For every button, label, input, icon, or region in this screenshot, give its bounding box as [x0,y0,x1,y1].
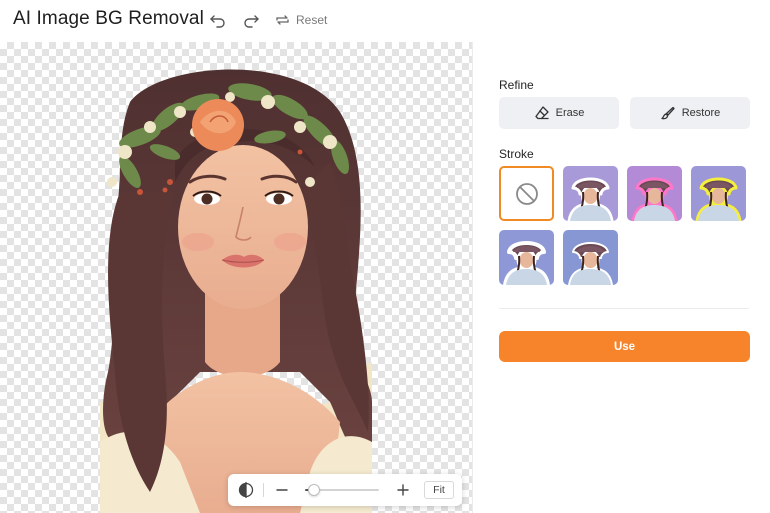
stroke-preview-thumbnail [567,177,614,221]
refine-label: Refine [499,78,534,92]
panel-divider [499,308,749,309]
stroke-label: Stroke [499,147,534,161]
restore-label: Restore [681,107,721,119]
compare-button[interactable] [237,481,255,499]
toolbar-divider [263,483,264,497]
redo-icon [244,15,259,28]
redo-button[interactable] [240,10,262,30]
stroke-option-none[interactable] [499,166,554,221]
no-stroke-icon [515,182,538,205]
erase-label: Erase [555,107,585,119]
compare-icon [238,482,254,498]
undo-icon [210,15,225,28]
zoom-slider[interactable] [305,484,379,496]
zoom-slider-thumb[interactable] [307,484,320,496]
fit-button[interactable]: Fit [424,481,454,499]
stroke-option-white-thick[interactable] [499,230,554,285]
stroke-preview-thumbnail [695,177,742,221]
zoom-out-button[interactable] [274,481,290,499]
stroke-option-white[interactable] [563,166,618,221]
header: AI Image BG Removal Reset [0,0,770,42]
stroke-option-white-thin[interactable] [563,230,618,285]
restore-button[interactable]: Restore [630,97,750,129]
reset-icon [276,15,289,25]
eraser-icon [534,106,549,120]
plus-icon [397,484,409,496]
stroke-preview-thumbnail [631,177,678,221]
erase-button[interactable]: Erase [499,97,619,129]
app-title: AI Image BG Removal [13,8,204,29]
stroke-option-pink[interactable] [627,166,682,221]
stroke-preview-thumbnail [568,242,613,285]
stroke-option-yellow[interactable] [691,166,746,221]
reset-button[interactable]: Reset [275,10,327,30]
zoom-in-button[interactable] [395,481,411,499]
zoom-toolbar: Fit [228,474,462,506]
stroke-preview-thumbnail [503,241,550,285]
undo-button[interactable] [207,10,229,30]
use-button[interactable]: Use [499,331,750,362]
image-canvas[interactable] [0,42,472,513]
portrait-image [100,69,372,513]
minus-icon [276,489,288,491]
reset-label: Reset [296,13,328,27]
brush-icon [661,106,675,120]
settings-panel: Refine Erase Restore Stroke Use [472,42,770,513]
